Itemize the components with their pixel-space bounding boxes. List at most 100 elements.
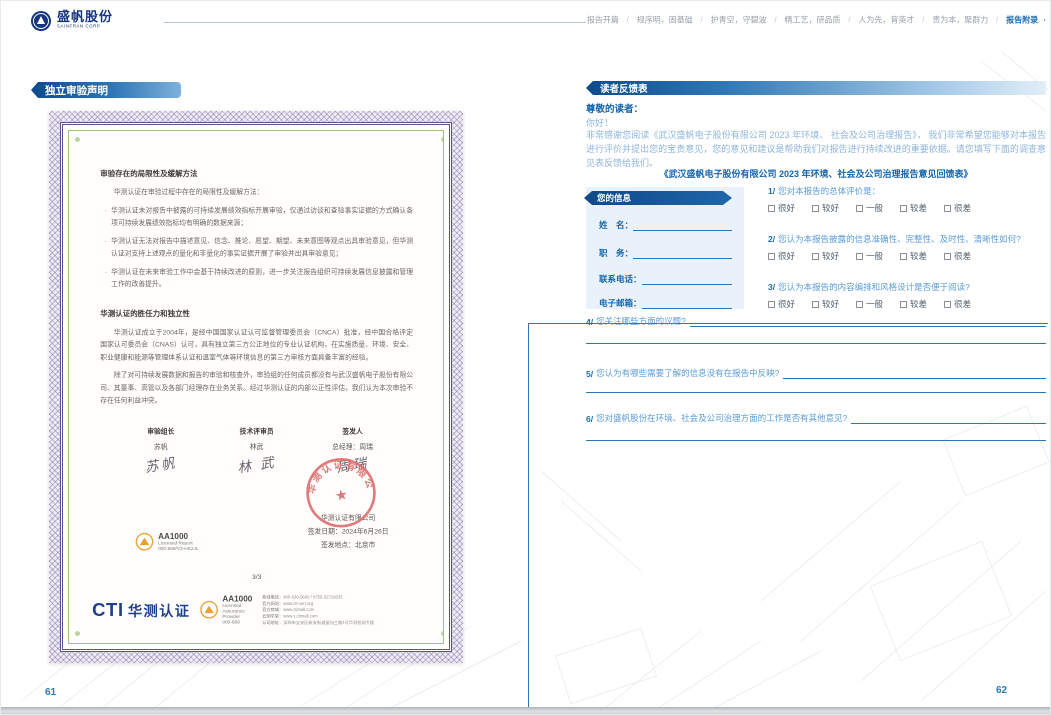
question-number: 5/ <box>586 369 593 379</box>
question-3-options: 很好 较好 一般 较差 很差 <box>768 298 1046 310</box>
checkbox-option[interactable]: 很差 <box>944 298 971 310</box>
question-number: 3/ <box>768 282 775 292</box>
checkbox-icon <box>812 301 819 308</box>
nav-item-responsibility[interactable]: 责为本，聚群力 <box>932 16 988 25</box>
checkbox-option[interactable]: 很差 <box>944 202 971 214</box>
cert-section1-intro: 华测认证在审验过程中存在的局限性及缓解方法： <box>100 187 413 200</box>
checkbox-option[interactable]: 较好 <box>812 250 839 262</box>
left-page-number: 61 <box>45 687 56 698</box>
cert-section2-para2: 除了对可持续发展数据和报告的审验和核查外，审验组的任何成员都没有与武汉盛帆电子股… <box>100 370 413 408</box>
checkbox-option[interactable]: 很好 <box>768 298 795 310</box>
name-input-line[interactable] <box>633 222 732 231</box>
phone-input-line[interactable] <box>642 276 732 285</box>
checkbox-icon <box>856 301 863 308</box>
left-page-title-banner: 独立审验声明 <box>31 82 181 98</box>
question-number: 2/ <box>768 234 775 244</box>
right-page-number: 62 <box>996 685 1007 696</box>
nav-separator: / <box>626 16 628 25</box>
company-seal-stamp: 华测认证有限公司 ★ <box>298 450 383 535</box>
issue-place: 签发地点：北京市 <box>308 539 389 553</box>
nav-item-quality[interactable]: 精工艺，研品质 <box>784 16 840 25</box>
answer-line[interactable] <box>783 370 1046 379</box>
greeting: 你好！ <box>586 116 613 129</box>
checkbox-option[interactable]: 较差 <box>900 298 927 310</box>
answer-line[interactable] <box>851 415 1046 424</box>
checkbox-icon <box>768 253 775 260</box>
nav-item-governance[interactable]: 规序明，固基础 <box>637 16 693 25</box>
answer-line[interactable] <box>586 392 1046 393</box>
cert-section1-title: 审验存在的局限性及缓解方法 <box>100 168 413 179</box>
nav-item-opening[interactable]: 报告开篇 <box>587 16 619 25</box>
checkbox-icon <box>944 301 951 308</box>
verification-certificate: 审验存在的局限性及缓解方法 华测认证在审验过程中存在的局限性及缓解方法： · 华… <box>49 111 463 663</box>
checkbox-label: 很好 <box>778 202 795 214</box>
checkbox-option[interactable]: 较差 <box>900 250 927 262</box>
checkbox-icon <box>856 205 863 212</box>
intro-paragraph: 非常感谢您阅读《武汉盛帆电子股份有限公司 2023 年环境、 社会及公司治理报告… <box>586 129 1046 171</box>
checkbox-label: 一般 <box>866 202 883 214</box>
email-input-line[interactable] <box>642 300 732 309</box>
checkbox-label: 很好 <box>778 250 795 262</box>
header-nav: 报告开篇 / 规序明，固基础 / 护青空，守碧波 / 精工艺，研品质 / 人为先… <box>587 13 1046 25</box>
question-4: 4/您关注哪些方面的议题? <box>586 315 1046 327</box>
checkbox-icon <box>812 253 819 260</box>
signature-autograph: 苏帆 <box>122 448 199 479</box>
checkbox-option[interactable]: 一般 <box>856 298 883 310</box>
nav-separator: / <box>848 16 850 25</box>
contact-label: 公司地址： <box>262 620 283 626</box>
checkbox-label: 较好 <box>822 250 839 262</box>
answer-line[interactable] <box>690 318 1046 327</box>
question-text: 您认为有哪些需要了解的信息没有在报告中反映? <box>596 367 779 379</box>
checkbox-icon <box>900 253 907 260</box>
cert-bullet-text: 华测认证未对报告中披露的可持续发展绩效指标开展审验，仅通过访谈和查验事实证据的方… <box>111 205 413 230</box>
question-1: 1/您对本报告的总体评价是： <box>768 185 1046 197</box>
name-field-label: 姓 名： <box>599 219 633 231</box>
checkbox-label: 较差 <box>910 298 927 310</box>
aa1000-subtitle: Licensed Assurance Provider <box>222 604 252 620</box>
nav-item-appendix[interactable]: 报告附录 <box>1006 16 1038 25</box>
checkbox-option[interactable]: 较差 <box>900 202 927 214</box>
left-page-title: 独立审验声明 <box>45 83 108 98</box>
cert-bullet: · 华测认证未对报告中披露的可持续发展绩效指标开展审验，仅通过访谈和查验事实证据… <box>100 205 413 230</box>
position-input-line[interactable] <box>633 250 732 259</box>
question-text: 您对盛帆股份在环境、社会及公司治理方面的工作是否有其他意见? <box>596 412 847 424</box>
checkbox-icon <box>900 205 907 212</box>
nav-item-talent[interactable]: 人为先，育英才 <box>858 16 914 25</box>
question-2: 2/您认为本报告披露的信息准确性、完整性、及时性、清晰性如何? <box>768 233 1046 245</box>
checkbox-option[interactable]: 很好 <box>768 250 795 262</box>
cti-logo: CTI 华测认证 <box>92 600 190 621</box>
checkbox-option[interactable]: 一般 <box>856 250 883 262</box>
nav-separator: / <box>922 16 924 25</box>
aa1000-title: AA1000 <box>222 594 252 603</box>
cert-section2-title: 华测认证的胜任力和独立性 <box>100 307 413 318</box>
checkbox-option[interactable]: 很差 <box>944 250 971 262</box>
right-page-title: 读者反馈表 <box>600 81 648 95</box>
checkbox-icon <box>768 301 775 308</box>
brand-subtitle: SAINFRAN CORP <box>57 24 100 28</box>
checkbox-label: 较好 <box>822 202 839 214</box>
nav-item-environment[interactable]: 护青空，守碧波 <box>710 16 766 25</box>
question-5: 5/您认为有哪些需要了解的信息没有在报告中反映? <box>586 367 1046 379</box>
signature-reviewer: 技术评审员 林武 林 武 <box>219 425 294 473</box>
question-3: 3/您认为本报告的内容编排和风格设计是否便于阅读? <box>768 281 1046 293</box>
cert-section2-para1: 华测认证成立于2004年，是经中国国家认证认可监督管理委员会（CNCA）批准，经… <box>100 327 413 365</box>
aa1000-title: AA1000 <box>158 532 198 541</box>
checkbox-option[interactable]: 很好 <box>768 202 795 214</box>
question-text: 您对本报告的总体评价是： <box>778 186 880 196</box>
checkbox-option[interactable]: 较好 <box>812 202 839 214</box>
answer-line[interactable] <box>586 343 1046 344</box>
checkbox-option[interactable]: 较好 <box>812 298 839 310</box>
checkbox-option[interactable]: 一般 <box>856 202 883 214</box>
sail-logo-icon <box>31 11 51 31</box>
certificate-footer: CTI 华测认证 AA1000 Licensed Assurance Provi… <box>92 585 424 636</box>
checkbox-label: 较差 <box>910 202 927 214</box>
question-text: 您关注哪些方面的议题? <box>596 315 686 327</box>
contact-value: 深圳市宝安区新安街道留仙三路4号华测检测大楼 <box>283 620 374 626</box>
aa1000-id: 000-669 <box>222 620 252 625</box>
question-number: 6/ <box>586 414 593 424</box>
bullet-icon: · <box>100 205 111 230</box>
question-text: 您认为本报告披露的信息准确性、完整性、及时性、清晰性如何? <box>778 234 1021 244</box>
answer-line[interactable] <box>586 440 1046 441</box>
bullet-icon: · <box>100 235 111 260</box>
checkbox-label: 较差 <box>910 250 927 262</box>
